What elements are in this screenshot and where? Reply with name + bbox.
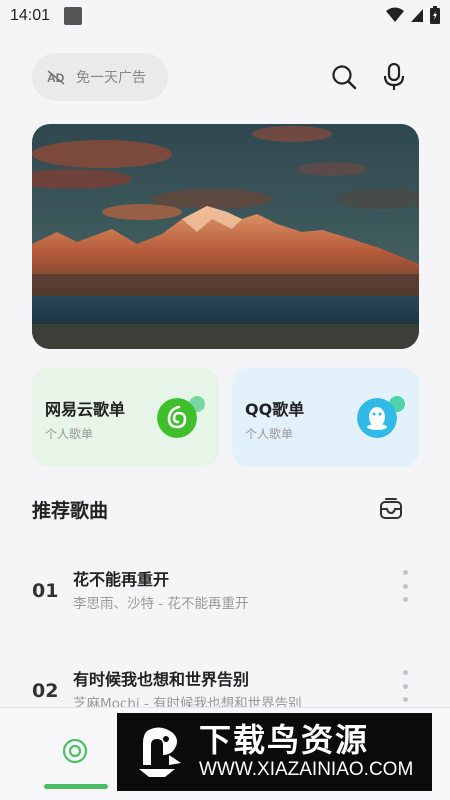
mountain-landscape-image [32, 124, 419, 349]
more-options-icon[interactable] [398, 570, 412, 602]
playlist-subtitle: 个人歌单 [245, 427, 294, 441]
active-tab-indicator [44, 784, 108, 789]
ad-free-button[interactable]: AD 免一天广告 [32, 53, 168, 101]
playlist-box-icon[interactable] [378, 496, 404, 522]
song-title: 有时候我也想和世界告别 [73, 670, 250, 689]
status-bar: 14:01 [0, 0, 450, 32]
qq-playlist-card[interactable]: QQ歌单 个人歌单 [232, 368, 419, 467]
search-icon [332, 65, 357, 90]
voice-search-button[interactable] [379, 62, 409, 92]
playlist-subtitle: 个人歌单 [45, 427, 94, 441]
battery-icon [430, 6, 440, 24]
more-options-icon[interactable] [398, 670, 412, 702]
song-title: 花不能再重开 [73, 570, 170, 589]
microphone-icon [383, 63, 405, 90]
watermark-url: WWW.XIAZAINIAO.COM [199, 759, 414, 780]
song-number: 02 [32, 680, 59, 702]
playlist-title: QQ歌单 [245, 400, 305, 419]
recommend-section-title: 推荐歌曲 [32, 500, 109, 522]
ad-free-label: 免一天广告 [76, 70, 146, 86]
watermark-banner: 下载鸟资源 WWW.XIAZAINIAO.COM [117, 713, 432, 791]
ad-off-icon: AD [47, 70, 65, 85]
bird-logo-icon [131, 723, 189, 781]
banner-image[interactable] [32, 124, 419, 349]
wifi-icon [386, 7, 404, 22]
song-row[interactable]: 01 花不能再重开 李思雨、沙特 - 花不能再重开 [0, 564, 450, 624]
search-button[interactable] [329, 62, 359, 92]
playlist-title: 网易云歌单 [45, 400, 126, 419]
status-time: 14:01 [10, 7, 51, 24]
notification-icon [64, 7, 83, 25]
signal-icon [411, 9, 423, 22]
song-artist: 李思雨、沙特 - 花不能再重开 [73, 596, 249, 612]
watermark-brand: 下载鸟资源 [199, 721, 370, 759]
status-icons [386, 6, 440, 24]
home-tab-icon[interactable] [60, 736, 90, 766]
netease-playlist-card[interactable]: 网易云歌单 个人歌单 [32, 368, 219, 467]
song-number: 01 [32, 580, 59, 602]
netease-music-icon [157, 398, 197, 438]
qq-penguin-icon [357, 398, 397, 438]
